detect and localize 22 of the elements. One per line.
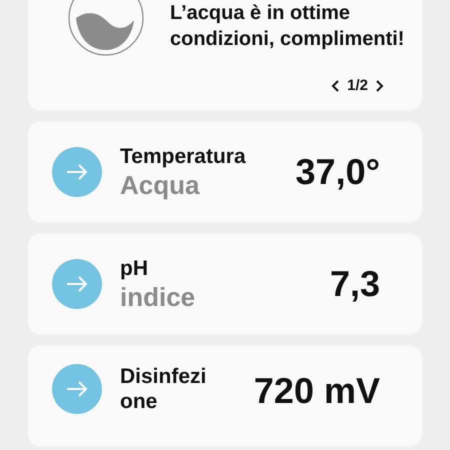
arrow-right-icon xyxy=(65,276,89,292)
reading-value: 7,3 xyxy=(330,263,380,305)
reading-title: pH xyxy=(120,256,149,280)
arrow-button[interactable] xyxy=(52,147,102,197)
chevron-left-icon[interactable] xyxy=(331,80,342,92)
arrow-button[interactable] xyxy=(52,259,102,309)
water-wave-icon xyxy=(68,0,144,56)
arrow-button[interactable] xyxy=(52,364,102,414)
reading-title: Temperatura xyxy=(120,144,247,168)
reading-card[interactable]: pH indice 7,3 xyxy=(28,234,422,334)
reading-value: 720 mV xyxy=(254,370,380,412)
status-message: L’acqua è in ottime condizioni, complimenti! xyxy=(170,1,406,52)
reading-title: Disinfezione xyxy=(120,364,208,414)
reading-value: 37,0° xyxy=(296,151,380,193)
reading-subtitle: indice xyxy=(120,280,196,312)
reading-card[interactable]: Disinfezione 720 mV xyxy=(28,346,422,446)
page-indicator: 1/2 xyxy=(347,77,368,94)
arrow-right-icon xyxy=(65,381,89,397)
arrow-right-icon xyxy=(65,164,89,180)
reading-card[interactable]: Temperatura Acqua 37,0° xyxy=(28,122,422,222)
chevron-right-icon[interactable] xyxy=(374,80,384,92)
reading-subtitle: Acqua xyxy=(120,168,201,200)
